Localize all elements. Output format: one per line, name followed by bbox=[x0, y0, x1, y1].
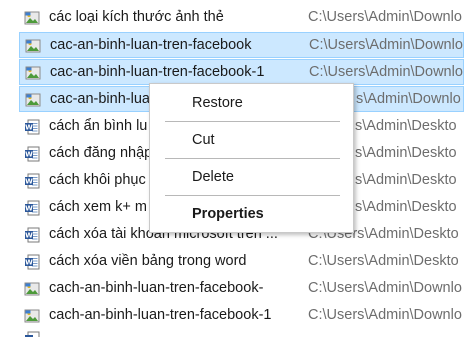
list-item[interactable]: cac-an-binh-luan-tren-facebook-1 C:\User… bbox=[19, 59, 464, 85]
word-document-icon: W bbox=[24, 227, 40, 243]
file-name: cach-an-binh-luan-tren-facebook-1 bbox=[49, 307, 272, 323]
delete-menu-item[interactable]: Delete bbox=[150, 164, 353, 190]
word-document-icon bbox=[24, 331, 40, 337]
image-file-icon bbox=[25, 38, 41, 54]
image-file-icon bbox=[24, 308, 40, 324]
file-name: cách xem k+ m bbox=[49, 199, 147, 215]
properties-menu-item[interactable]: Properties bbox=[150, 201, 353, 227]
file-path: C:\Users\Admin\Downlo bbox=[308, 280, 462, 296]
file-name: cách ẩn bình lu bbox=[49, 118, 148, 134]
list-item[interactable]: cach-an-binh-luan-tren-facebook-1 C:\Use… bbox=[19, 303, 464, 329]
cut-menu-item[interactable]: Cut bbox=[150, 127, 353, 153]
file-name: cách đăng nhập bbox=[49, 145, 153, 161]
file-path: s\Admin\Downlo bbox=[356, 91, 461, 107]
file-path: s\Admin\Deskto bbox=[355, 118, 457, 134]
list-item[interactable] bbox=[19, 330, 464, 337]
list-item[interactable]: cac-an-binh-luan-tren-facebook C:\Users\… bbox=[19, 32, 464, 58]
file-name: cách khôi phục bbox=[49, 172, 146, 188]
file-path: C:\Users\Admin\Downlo bbox=[308, 307, 462, 323]
svg-text:W: W bbox=[25, 124, 33, 132]
restore-menu-item[interactable]: Restore bbox=[150, 90, 353, 116]
svg-text:W: W bbox=[25, 178, 33, 186]
file-name: cac-an-binh-lua bbox=[50, 91, 150, 107]
image-file-icon bbox=[25, 65, 41, 81]
file-path: C:\Users\Admin\Downlo bbox=[308, 9, 462, 25]
file-name: cach-an-binh-luan-tren-facebook- bbox=[49, 280, 264, 296]
svg-text:W: W bbox=[25, 151, 33, 159]
word-document-icon: W bbox=[24, 119, 40, 135]
file-path: s\Admin\Deskto bbox=[355, 199, 457, 215]
file-name: cac-an-binh-luan-tren-facebook bbox=[50, 37, 252, 53]
image-file-icon bbox=[25, 92, 41, 108]
svg-text:W: W bbox=[25, 205, 33, 213]
file-path: C:\Users\Admin\Deskto bbox=[308, 253, 459, 269]
menu-separator bbox=[165, 121, 340, 122]
image-file-icon bbox=[24, 10, 40, 26]
list-item[interactable]: các loại kích thước ảnh thẻ C:\Users\Adm… bbox=[19, 5, 464, 31]
word-document-icon: W bbox=[24, 200, 40, 216]
file-name: các loại kích thước ảnh thẻ bbox=[49, 9, 224, 25]
list-item[interactable]: cach-an-binh-luan-tren-facebook- C:\User… bbox=[19, 276, 464, 302]
file-path: C:\Users\Admin\Downlo bbox=[309, 37, 463, 53]
image-file-icon bbox=[24, 281, 40, 297]
file-name: cách xóa viền bảng trong word bbox=[49, 253, 247, 269]
file-name: cac-an-binh-luan-tren-facebook-1 bbox=[50, 64, 265, 80]
word-document-icon: W bbox=[24, 254, 40, 270]
file-path: C:\Users\Admin\Downlo bbox=[309, 64, 463, 80]
menu-separator bbox=[165, 195, 340, 196]
list-item[interactable]: W cách xóa viền bảng trong word C:\Users… bbox=[19, 249, 464, 275]
menu-separator bbox=[165, 158, 340, 159]
svg-text:W: W bbox=[25, 259, 33, 267]
word-document-icon: W bbox=[24, 173, 40, 189]
word-document-icon: W bbox=[24, 146, 40, 162]
file-path: s\Admin\Deskto bbox=[355, 145, 457, 161]
file-path: s\Admin\Deskto bbox=[355, 172, 457, 188]
svg-text:W: W bbox=[25, 232, 33, 240]
context-menu: Restore Cut Delete Properties bbox=[149, 83, 354, 233]
